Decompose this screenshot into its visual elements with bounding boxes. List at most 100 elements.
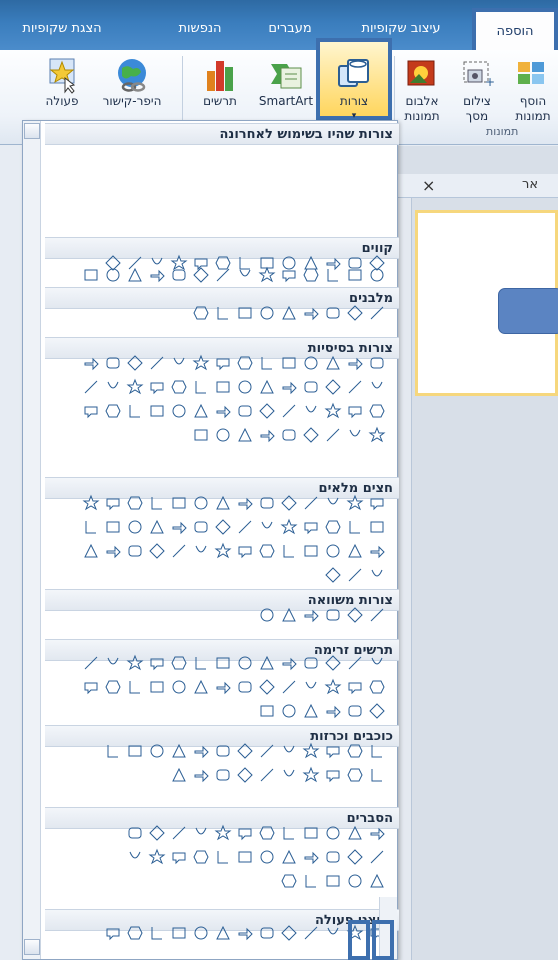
shape-option-icon[interactable] [279,605,299,625]
shape-option-icon[interactable] [125,353,145,373]
shape-option-icon[interactable] [345,701,365,721]
shape-option-icon[interactable] [103,401,123,421]
shape-option-icon[interactable] [213,653,233,673]
shape-option-icon[interactable] [279,677,299,697]
shape-option-icon[interactable] [367,377,387,397]
shape-option-icon[interactable] [345,353,365,373]
shape-option-icon[interactable] [345,425,365,445]
shape-option-icon[interactable] [279,701,299,721]
shape-option-icon[interactable] [81,377,101,397]
shape-option-icon[interactable] [301,677,321,697]
shape-option-icon[interactable] [103,377,123,397]
shape-option-icon[interactable] [279,353,299,373]
shape-option-icon[interactable] [301,253,321,273]
shape-option-icon[interactable] [81,265,101,285]
shape-option-icon[interactable] [367,847,387,867]
shape-option-icon[interactable] [213,741,233,761]
shape-option-icon[interactable] [103,253,123,273]
shape-option-icon[interactable] [301,823,321,843]
shape-option-icon[interactable] [257,541,277,561]
shape-option-icon[interactable] [279,653,299,673]
shape-option-icon[interactable] [213,823,233,843]
shape-option-icon[interactable] [213,253,233,273]
shape-option-icon[interactable] [257,401,277,421]
shape-option-icon[interactable] [323,741,343,761]
shape-option-icon[interactable] [169,847,189,867]
shape-option-icon[interactable] [235,377,255,397]
shape-option-icon[interactable] [279,401,299,421]
shape-option-icon[interactable] [367,353,387,373]
shape-option-icon[interactable] [125,741,145,761]
shape-option-icon[interactable] [345,517,365,537]
shape-option-icon[interactable] [301,353,321,373]
shape-option-icon[interactable] [147,923,167,943]
shape-option-icon[interactable] [103,353,123,373]
shape-option-icon[interactable] [125,541,145,561]
shape-option-icon[interactable] [279,493,299,513]
shape-option-icon[interactable] [213,353,233,373]
shape-option-icon[interactable] [257,425,277,445]
shape-option-icon[interactable] [213,377,233,397]
shape-option-icon[interactable] [301,425,321,445]
shape-option-icon[interactable] [169,541,189,561]
shape-option-icon[interactable] [367,653,387,673]
shape-option-icon[interactable] [279,847,299,867]
shape-option-icon[interactable] [345,401,365,421]
screenshot-button[interactable]: + צילום מסך [452,52,502,124]
shape-option-icon[interactable] [323,765,343,785]
shape-option-icon[interactable] [279,871,299,891]
shape-option-icon[interactable] [125,493,145,513]
shape-option-icon[interactable] [191,765,211,785]
shape-option-icon[interactable] [147,517,167,537]
shape-option-icon[interactable] [345,377,365,397]
shape-option-icon[interactable] [257,353,277,373]
shape-option-icon[interactable] [367,425,387,445]
shape-option-icon[interactable] [367,253,387,273]
shape-option-icon[interactable] [169,377,189,397]
shape-option-icon[interactable] [235,493,255,513]
shape-option-icon[interactable] [301,871,321,891]
shape-option-icon[interactable] [323,401,343,421]
shape-option-icon[interactable] [169,353,189,373]
gallery-scrollbar[interactable] [23,121,41,959]
shape-option-icon[interactable] [367,823,387,843]
shape-option-icon[interactable] [191,253,211,273]
shape-option-icon[interactable] [323,701,343,721]
shape-option-icon[interactable] [257,677,277,697]
shape-option-icon[interactable] [367,701,387,721]
shape-option-icon[interactable] [257,701,277,721]
shape-option-icon[interactable] [345,605,365,625]
shape-option-icon[interactable] [279,377,299,397]
photo-album-button[interactable]: אלבום תמונות [396,52,448,124]
shape-option-icon[interactable] [125,401,145,421]
shape-option-icon[interactable] [191,517,211,537]
shape-option-icon[interactable] [213,493,233,513]
shape-option-icon[interactable] [169,677,189,697]
shape-option-icon[interactable] [103,541,123,561]
shape-option-icon[interactable] [169,493,189,513]
shape-option-icon[interactable] [323,847,343,867]
shape-option-icon[interactable] [81,401,101,421]
shape-option-icon[interactable] [323,541,343,561]
shape-option-icon[interactable] [257,493,277,513]
shape-option-icon[interactable] [257,847,277,867]
chart-button[interactable]: תרשים [190,52,250,109]
shape-option-icon[interactable] [323,871,343,891]
shape-option-icon[interactable] [345,765,365,785]
shapes-button[interactable]: צורות ▾ [316,38,392,121]
shape-option-icon[interactable] [279,823,299,843]
shape-option-icon[interactable] [191,493,211,513]
shape-option-icon[interactable] [81,353,101,373]
shape-option-icon[interactable] [301,377,321,397]
shape-option-icon[interactable] [191,823,211,843]
shape-option-icon[interactable] [301,517,321,537]
shape-option-icon[interactable] [323,823,343,843]
tab-animations[interactable]: הנפשות [170,14,230,44]
shape-option-icon[interactable] [147,741,167,761]
shape-option-icon[interactable] [125,253,145,273]
shape-option-icon[interactable] [125,653,145,673]
shape-option-icon[interactable] [235,923,255,943]
shape-option-icon[interactable] [257,741,277,761]
shape-option-icon[interactable] [191,425,211,445]
shape-option-icon[interactable] [213,847,233,867]
